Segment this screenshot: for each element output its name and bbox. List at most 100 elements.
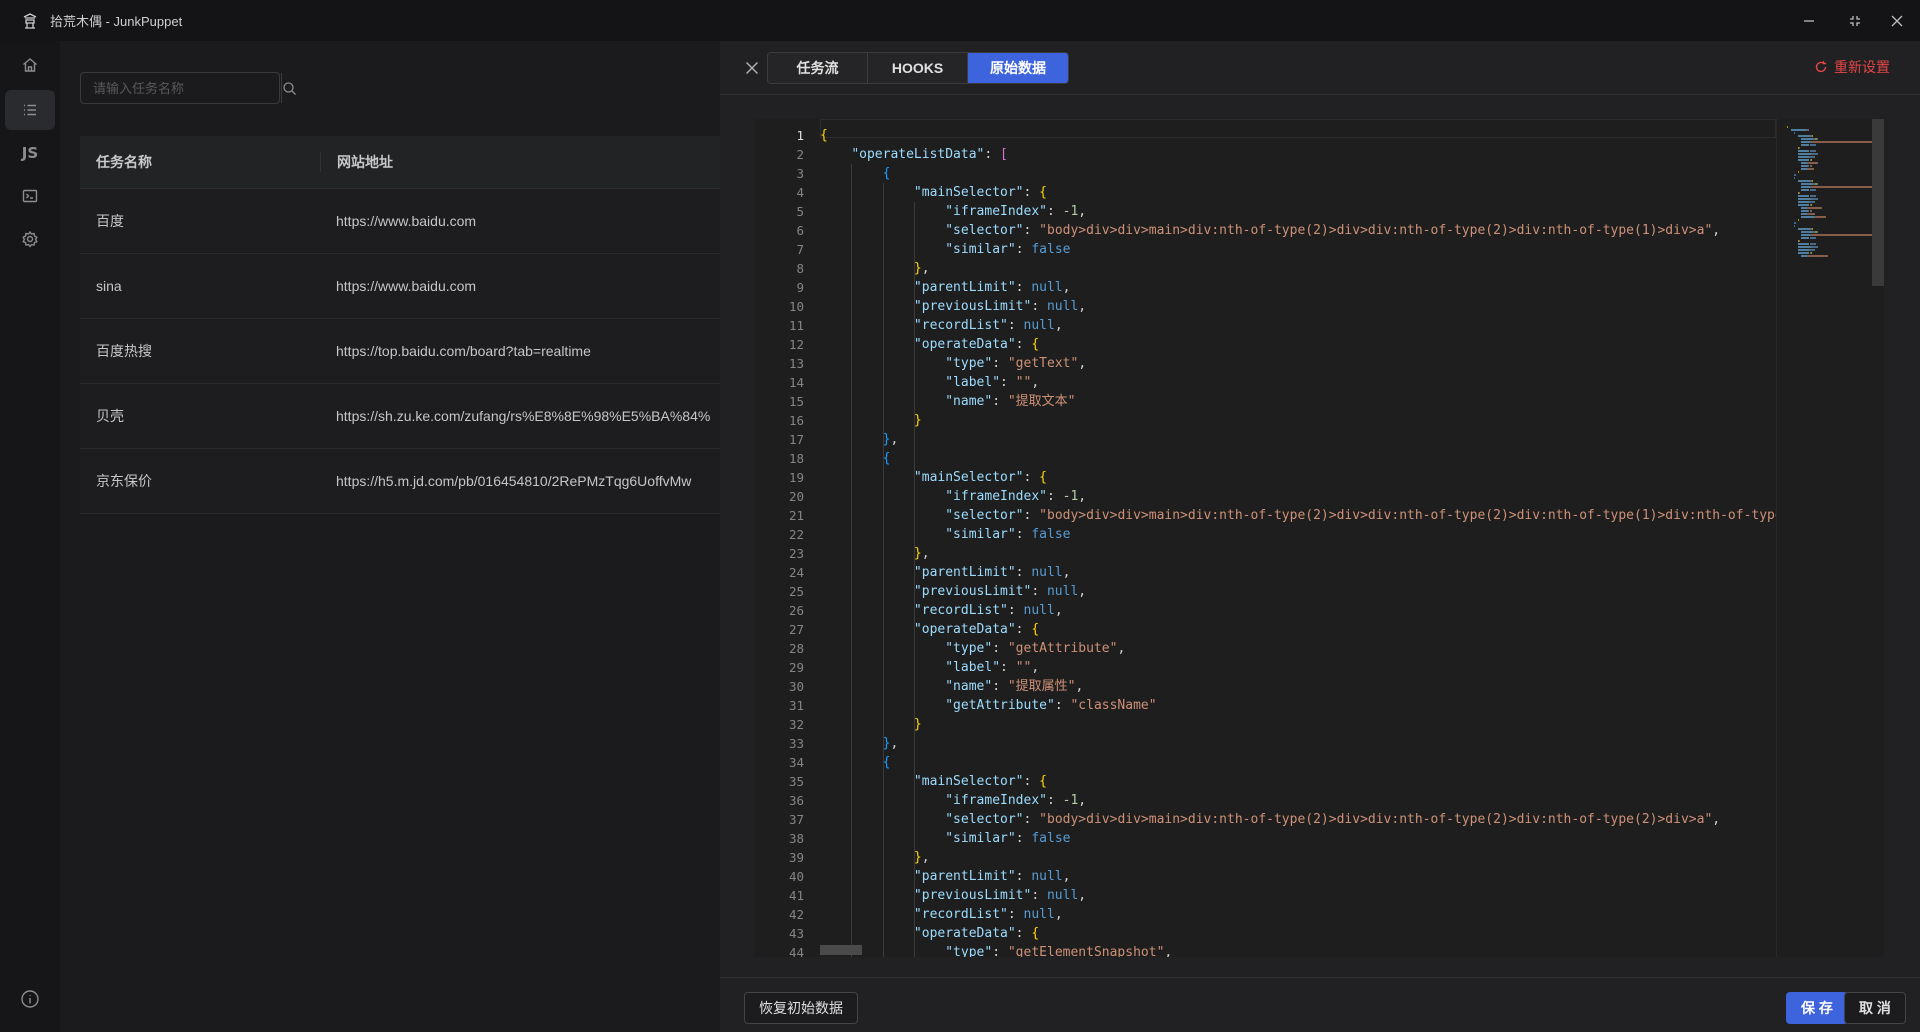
code-line: }, [882, 432, 899, 447]
editor-horizontal-scroll-thumb[interactable] [820, 945, 862, 955]
tab-raw-data[interactable]: 原始数据 [968, 53, 1068, 83]
column-header-name[interactable]: 任务名称 [80, 152, 320, 172]
minimap-token [1816, 153, 1818, 155]
minimap-token [1816, 246, 1818, 248]
code-line: "recordList": null, [913, 907, 1063, 922]
table-row[interactable]: sina https://www.baidu.com [80, 254, 720, 319]
table-row[interactable]: 京东保价 https://h5.m.jd.com/pb/016454810/2R… [80, 449, 720, 514]
code-line: }, [913, 261, 930, 276]
reset-button[interactable]: 重新设置 [1814, 57, 1890, 77]
json-editor[interactable]: 1 2 3 4 5 6 7 8 9 10 11 12 13 14 15 16 17 18 19 20 21 22 23 24 2… [754, 119, 1884, 957]
line-number: 15 [788, 394, 804, 409]
line-number: 1 [796, 128, 804, 143]
minimap-token [1816, 231, 1818, 233]
save-button[interactable]: 保 存 [1786, 992, 1848, 1024]
code-line: "operateData": { [913, 622, 1040, 637]
line-number: 27 [788, 622, 804, 637]
sidebar-item-about[interactable] [5, 979, 55, 1019]
minimap-token [1812, 234, 1873, 236]
reset-label: 重新设置 [1834, 59, 1890, 75]
minimap-token [1798, 192, 1800, 194]
minimap-token [1826, 255, 1828, 257]
sidebar-item-task-list[interactable] [5, 90, 55, 130]
cancel-button[interactable]: 取 消 [1844, 992, 1906, 1024]
tab-task-flow[interactable]: 任务流 [768, 53, 868, 83]
editor-minimap[interactable] [1776, 119, 1873, 957]
code-line: { [882, 166, 891, 181]
code-line: "mainSelector": { [913, 470, 1047, 485]
minimap-token [1816, 138, 1818, 140]
search-input[interactable] [81, 73, 281, 103]
code-line: "mainSelector": { [913, 774, 1047, 789]
drawer-close-button[interactable] [740, 56, 764, 80]
task-name-cell: 百度 [96, 213, 124, 229]
line-number: 31 [788, 698, 804, 713]
list-icon [24, 104, 36, 116]
editor-vertical-scrollbar[interactable] [1872, 119, 1884, 957]
minimap-token [1794, 177, 1796, 179]
minimap-token [1811, 159, 1813, 161]
code-line: } [913, 413, 922, 428]
editor-scroll-thumb[interactable] [1872, 119, 1884, 286]
tab-hooks[interactable]: HOOKS [868, 53, 968, 83]
task-name-cell: 百度热搜 [96, 343, 152, 359]
minimap-token [1801, 234, 1811, 236]
code-area[interactable]: { "operateListData": [ { "mainSelector":… [820, 119, 1776, 957]
table-row[interactable]: 百度热搜 https://top.baidu.com/board?tab=rea… [80, 319, 720, 384]
line-number: 10 [788, 299, 804, 314]
code-line: }, [882, 736, 899, 751]
code-line: "parentLimit": null, [913, 280, 1071, 295]
minimap-token [1812, 141, 1873, 143]
window-title: 拾荒木偶 - JunkPuppet [50, 14, 183, 29]
code-line: "similar": false [945, 527, 1071, 542]
sidebar-item-settings[interactable] [5, 219, 55, 259]
code-line: "name": "提取属性", [945, 679, 1084, 694]
code-line: { [820, 128, 828, 143]
minimap-token [1814, 150, 1816, 152]
code-line: "recordList": null, [913, 318, 1063, 333]
minimap-token [1811, 165, 1813, 167]
line-number: 33 [788, 736, 804, 751]
minimap-token [1797, 204, 1810, 206]
minimap-token [1814, 249, 1815, 251]
line-number: 41 [788, 888, 804, 903]
column-header-url[interactable]: 网站地址 [320, 152, 393, 172]
minimap-token [1814, 156, 1815, 158]
minimap-token [1812, 186, 1873, 188]
line-number: 11 [788, 318, 804, 333]
table-row[interactable]: 贝壳 https://sh.zu.ke.com/zufang/rs%E8%8E%… [80, 384, 720, 449]
task-name-cell: 京东保价 [96, 473, 152, 489]
close-window-button[interactable] [1874, 0, 1920, 41]
restore-button[interactable] [1832, 0, 1878, 41]
minimap-token [1816, 183, 1818, 185]
code-line: { [882, 451, 891, 466]
line-number: 32 [788, 717, 804, 732]
minimap-token [1811, 204, 1813, 206]
minimap-token [1797, 198, 1812, 200]
search-button[interactable] [281, 73, 297, 103]
minimap-token [1816, 198, 1818, 200]
sidebar-item-js[interactable]: JS [5, 133, 55, 173]
line-number: 44 [788, 945, 804, 957]
minimap-token [1814, 243, 1816, 245]
code-line: "parentLimit": null, [913, 565, 1071, 580]
drawer-footer: 恢复初始数据 保 存 取 消 [720, 977, 1920, 1032]
restore-default-button[interactable]: 恢复初始数据 [744, 992, 858, 1024]
sidebar-item-console[interactable] [5, 176, 55, 216]
table-row[interactable]: 百度 https://www.baidu.com [80, 189, 720, 254]
sidebar-item-home[interactable] [5, 45, 55, 85]
code-line: }, [913, 850, 930, 865]
minimap-token [1797, 153, 1812, 155]
minimap-token [1812, 135, 1814, 137]
minimap-token [1815, 216, 1826, 218]
minimize-button[interactable] [1786, 0, 1832, 41]
minimap-token [1808, 255, 1827, 257]
minimap-token [1811, 252, 1813, 254]
minimap-token [1811, 144, 1816, 146]
code-line: "similar": false [945, 242, 1071, 257]
minimap-token [1811, 210, 1813, 212]
minimap-token [1795, 222, 1796, 224]
task-table: 任务名称 网站地址 百度 https://www.baidu.com sina … [80, 136, 720, 514]
code-line: "previousLimit": null, [913, 888, 1087, 903]
code-line: "operateListData": [ [851, 147, 1008, 162]
